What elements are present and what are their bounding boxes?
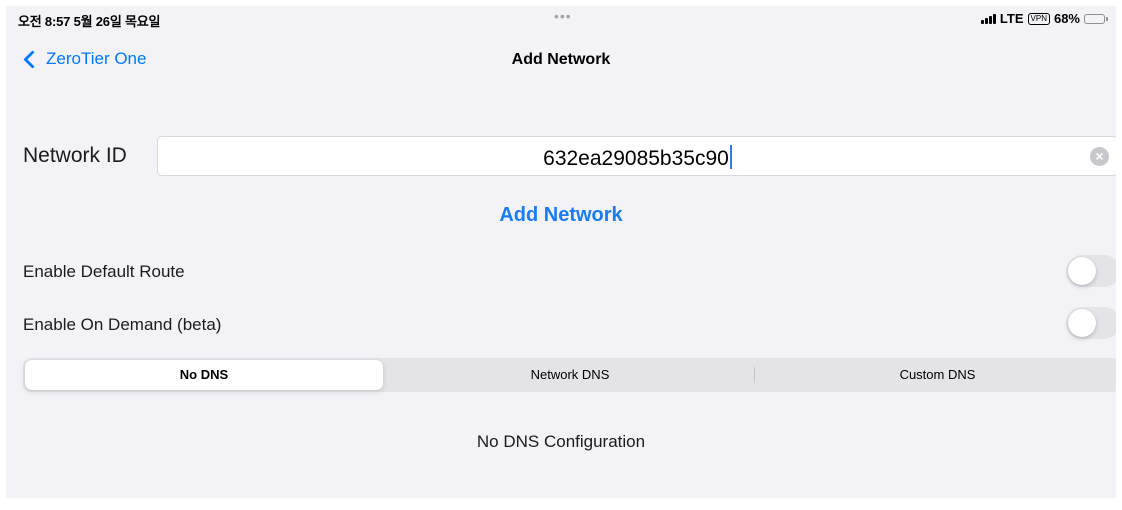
multitasking-dots-icon[interactable]: ••• [554,8,572,24]
battery-percent: 68% [1053,11,1080,26]
status-indicators: LTE VPN 68% [980,11,1108,26]
network-type: LTE [999,11,1024,26]
dns-segmented-control: No DNS Network DNS Custom DNS [23,358,1116,392]
toggle-knob [1068,309,1096,337]
enable-default-route-toggle[interactable] [1066,255,1116,287]
network-id-label: Network ID [23,144,127,167]
network-id-field[interactable]: 632ea29085b35c90 × [157,136,1116,176]
page-title: Add Network [511,51,611,68]
cellular-signal-icon [980,13,996,24]
enable-on-demand-toggle[interactable] [1066,307,1116,339]
segment-custom-dns[interactable]: Custom DNS [755,358,1116,392]
battery-icon [1084,13,1108,24]
dns-status-text: No DNS Configuration [476,432,646,451]
add-network-button[interactable]: Add Network [6,204,1116,227]
toggle-knob [1068,257,1096,285]
enable-default-route-label: Enable Default Route [23,262,185,281]
app-screen: 오전 8:57 5월 26일 목요일 ••• LTE VPN 68% ZeroT… [6,6,1116,498]
network-id-value: 632ea29085b35c90 [543,147,729,170]
vpn-badge: VPN [1027,12,1050,25]
network-id-value-wrap: 632ea29085b35c90 [158,145,1116,171]
segment-network-dns[interactable]: Network DNS [387,358,753,392]
status-bar: 오전 8:57 5월 26일 목요일 ••• LTE VPN 68% [6,6,1116,30]
segment-no-dns[interactable]: No DNS [25,360,383,390]
clear-icon[interactable]: × [1090,147,1109,166]
status-time-date: 오전 8:57 5월 26일 목요일 [18,14,161,29]
text-cursor [729,145,732,169]
navigation-bar: ZeroTier One Add Network [6,44,1116,76]
enable-on-demand-label: Enable On Demand (beta) [23,315,222,334]
